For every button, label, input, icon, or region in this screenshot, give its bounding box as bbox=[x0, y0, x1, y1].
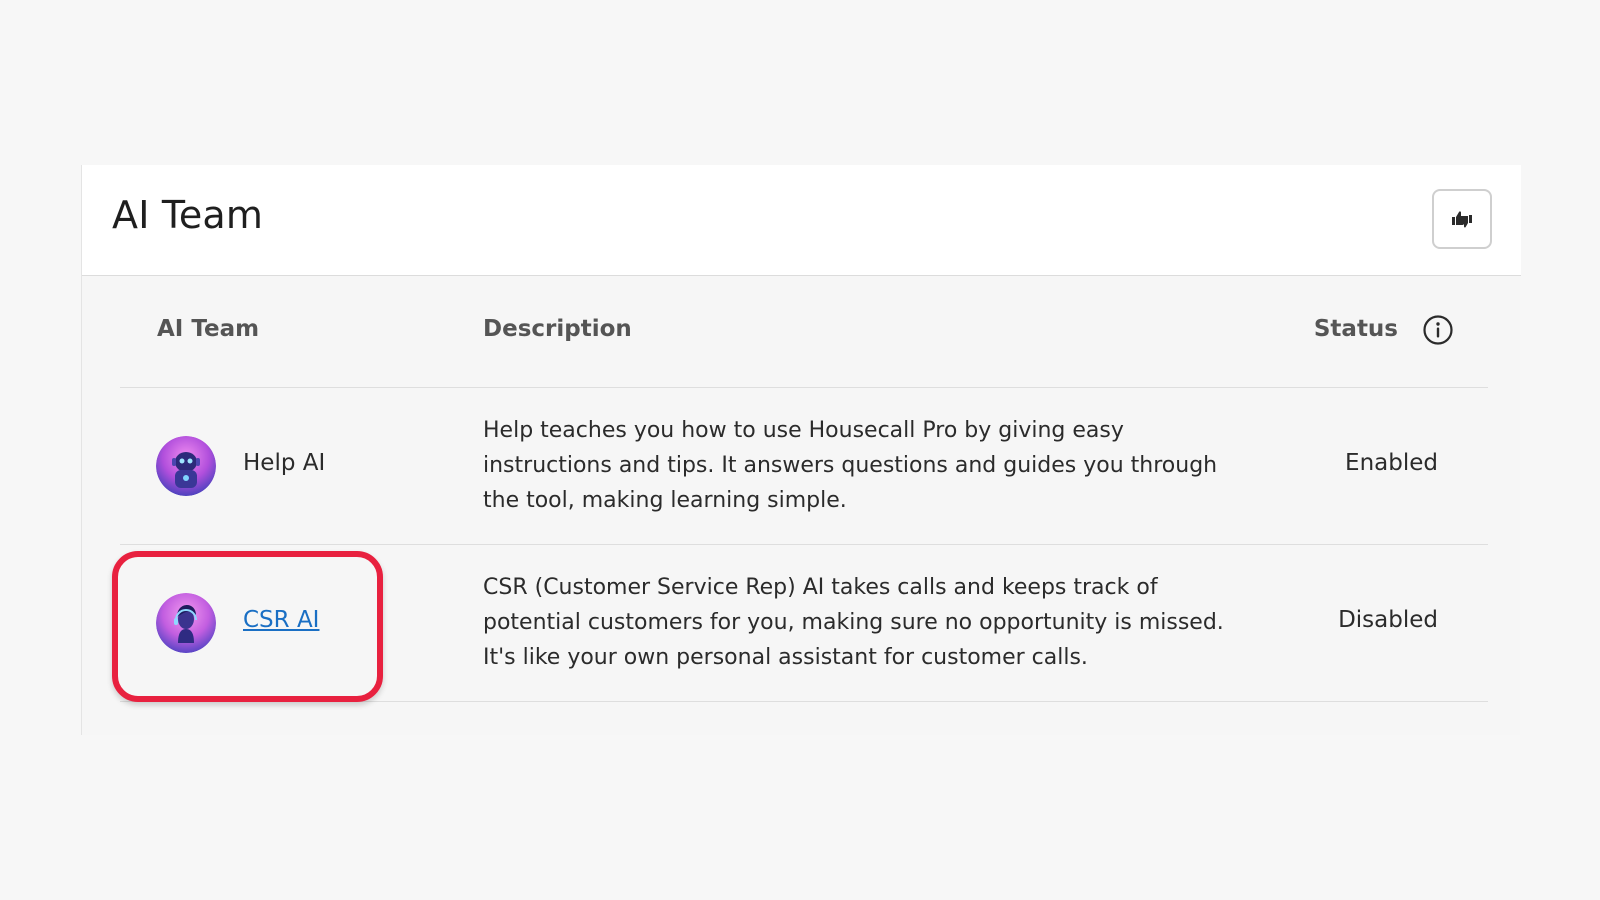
column-header-status: Status bbox=[1313, 316, 1398, 342]
info-icon[interactable] bbox=[1422, 314, 1454, 346]
ai-description-csr: CSR (Customer Service Rep) AI takes call… bbox=[483, 575, 1224, 670]
ai-description-help: Help teaches you how to use Housecall Pr… bbox=[483, 418, 1218, 513]
status-badge-help: Enabled bbox=[1345, 450, 1438, 476]
panel-header: AI Team bbox=[82, 165, 1521, 276]
column-header-description: Description bbox=[483, 316, 632, 342]
table-row-help-ai: Help AI Help teaches you how to use Hous… bbox=[120, 388, 1488, 545]
ai-name-help: Help AI bbox=[243, 450, 326, 476]
csr-ai-link[interactable]: CSR AI bbox=[243, 607, 319, 633]
ai-team-panel: AI Team AI Team Description Status Help … bbox=[81, 165, 1521, 735]
table-row-csr-ai: CSR AI CSR (Customer Service Rep) AI tak… bbox=[120, 545, 1488, 702]
thumbs-up-down-icon bbox=[1452, 211, 1472, 228]
table-header-row: AI Team Description Status bbox=[120, 276, 1488, 388]
feedback-button[interactable] bbox=[1432, 189, 1492, 249]
ai-team-table: AI Team Description Status Help AI Help … bbox=[120, 276, 1488, 702]
column-header-ai-team: AI Team bbox=[157, 316, 260, 342]
status-badge-csr: Disabled bbox=[1338, 607, 1438, 633]
page-title: AI Team bbox=[112, 193, 264, 237]
headset-person-avatar bbox=[156, 593, 216, 653]
robot-avatar bbox=[156, 436, 216, 496]
